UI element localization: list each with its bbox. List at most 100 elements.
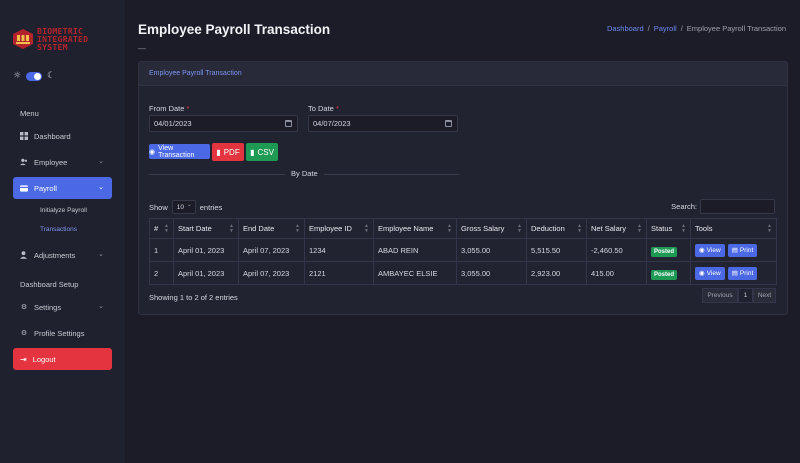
sort-icon: ▲ ▼ — [364, 223, 369, 234]
sidebar-item-dashboard[interactable]: Dashboard — [13, 125, 112, 147]
pagination-previous[interactable]: Previous — [702, 288, 738, 303]
theme-toggle[interactable]: ☼ ☾ — [13, 71, 55, 81]
csv-label: CSV — [257, 147, 274, 157]
logo-mark-icon — [13, 29, 33, 49]
cell-tools: ◉ View ▤ Print — [690, 238, 777, 262]
breadcrumb-dashboard[interactable]: Dashboard — [607, 24, 644, 33]
chevron-down-icon: ⌄ — [98, 184, 104, 191]
breadcrumb: Dashboard / Payroll / Employee Payroll T… — [607, 24, 786, 33]
chevron-down-icon: ⌄ — [98, 158, 104, 165]
pagination-next[interactable]: Next — [753, 288, 776, 303]
cell-net-salary: -2,460.50 — [586, 238, 647, 262]
sort-icon: ▲ ▼ — [577, 223, 582, 234]
pdf-export-button[interactable]: ▮ PDF — [212, 143, 244, 161]
view-label: View — [706, 246, 721, 254]
user-icon — [20, 251, 28, 259]
sidebar-item-employee[interactable]: Employee ⌄ — [13, 151, 112, 173]
to-date-input[interactable]: 04/07/2023 — [308, 115, 458, 132]
table-header-row: # ▲ ▼ Start Date ▲ ▼ End Date ▲ ▼ Employee ID ▲… — [149, 218, 777, 239]
column-header-deduction[interactable]: Deduction ▲ ▼ — [526, 218, 587, 239]
csv-export-button[interactable]: ▮ CSV — [246, 143, 278, 161]
column-label: Employee Name — [378, 224, 434, 233]
sidebar-item-profile-settings[interactable]: ⚙ Profile Settings — [13, 322, 112, 344]
column-header-number[interactable]: # ▲ ▼ — [149, 218, 174, 239]
from-date-value: 04/01/2023 — [154, 119, 192, 128]
gear-icon: ⚙ — [20, 330, 28, 337]
sidebar-item-payroll[interactable]: Payroll ⌄ — [13, 177, 112, 199]
eye-icon: ◉ — [699, 247, 705, 254]
logout-button[interactable]: ⇥ Logout — [13, 348, 112, 370]
cell-deduction: 5,515.50 — [526, 238, 587, 262]
breadcrumb-separator: / — [647, 24, 650, 33]
show-label: Show — [149, 202, 168, 212]
dashboard-setup-section-label: Dashboard Setup — [20, 280, 79, 289]
cell-gross-salary: 3,055.00 — [456, 238, 527, 262]
card-icon — [20, 184, 28, 192]
cell-number: 1 — [149, 238, 174, 262]
cell-employee-name: AMBAYEC ELSIE — [373, 261, 457, 285]
sort-icon: ▲ ▼ — [637, 223, 642, 234]
column-header-end-date[interactable]: End Date ▲ ▼ — [238, 218, 305, 239]
by-date-label: By Date — [285, 169, 324, 178]
chevron-down-icon: ⌄ — [98, 251, 104, 258]
logout-icon: ⇥ — [20, 354, 27, 364]
cell-status: Posted — [646, 238, 691, 262]
transactions-table: # ▲ ▼ Start Date ▲ ▼ End Date ▲ ▼ Employee ID ▲… — [149, 218, 777, 285]
cell-employee-name: ABAD REIN — [373, 238, 457, 262]
from-date-input[interactable]: 04/01/2023 — [149, 115, 298, 132]
cell-number: 2 — [149, 261, 174, 285]
column-label: Employee ID — [309, 224, 352, 233]
sidebar-item-label: Profile Settings — [34, 328, 85, 338]
view-transaction-label: View Transaction — [158, 144, 195, 159]
cell-end-date: April 07, 2023 — [238, 261, 305, 285]
view-button[interactable]: ◉ View — [695, 266, 725, 280]
breadcrumb-payroll[interactable]: Payroll — [654, 24, 677, 33]
from-date-label: From Date * — [149, 104, 190, 113]
cell-start-date: April 01, 2023 — [173, 238, 239, 262]
column-header-employee-name[interactable]: Employee Name ▲ ▼ — [373, 218, 457, 239]
calendar-icon[interactable] — [445, 120, 452, 127]
sidebar-subitem-transactions[interactable]: Transactions — [40, 226, 77, 233]
theme-switch[interactable] — [26, 71, 43, 81]
cell-tools: ◉ View ▤ Print — [690, 261, 777, 285]
view-button[interactable]: ◉ View — [695, 243, 725, 257]
sidebar-item-settings[interactable]: ⚙ Settings ⌄ — [13, 296, 112, 318]
breadcrumb-current: Employee Payroll Transaction — [686, 24, 786, 33]
sidebar-item-adjustments[interactable]: Adjustments ⌄ — [13, 244, 112, 266]
column-header-start-date[interactable]: Start Date ▲ ▼ — [173, 218, 239, 239]
table-row: 1 April 01, 2023 April 07, 2023 1234 ABA… — [149, 238, 777, 262]
column-label: Tools — [695, 224, 713, 233]
sidebar-item-label: Adjustments — [34, 250, 76, 260]
column-header-status[interactable]: Status ▲ ▼ — [646, 218, 691, 239]
grid-icon — [20, 132, 28, 140]
cell-end-date: April 07, 2023 — [238, 238, 305, 262]
page-length-control: Show 10 entries — [149, 200, 222, 214]
sidebar-subitem-initialize-payroll[interactable]: Initialyze Payroll — [40, 207, 87, 214]
column-header-gross-salary[interactable]: Gross Salary ▲ ▼ — [456, 218, 527, 239]
search-input[interactable] — [700, 199, 775, 214]
print-button[interactable]: ▤ Print — [727, 243, 758, 257]
breadcrumb-separator: / — [680, 24, 683, 33]
sort-icon: ▲ ▼ — [767, 223, 772, 234]
search-control: Search: — [671, 199, 775, 214]
print-button[interactable]: ▤ Print — [727, 266, 758, 280]
column-header-tools[interactable]: Tools ▲ ▼ — [690, 218, 777, 239]
pagination-page-1[interactable]: 1 — [738, 288, 753, 303]
status-badge: Posted — [651, 246, 678, 257]
title-divider: — — [138, 44, 146, 53]
column-header-employee-id[interactable]: Employee ID ▲ ▼ — [304, 218, 374, 239]
moon-icon: ☾ — [47, 71, 56, 81]
pagination: Previous 1 Next — [702, 288, 776, 303]
page-length-select[interactable]: 10 — [171, 200, 196, 214]
card-header: Employee Payroll Transaction — [139, 62, 787, 86]
view-transaction-button[interactable]: ◉ View Transaction — [149, 144, 210, 159]
users-icon — [20, 158, 28, 166]
column-header-net-salary[interactable]: Net Salary ▲ ▼ — [586, 218, 647, 239]
search-label: Search: — [671, 202, 697, 211]
printer-icon: ▤ — [731, 247, 738, 254]
calendar-icon[interactable] — [285, 120, 292, 127]
from-date-label-text: From Date — [149, 104, 185, 113]
print-label: Print — [739, 269, 754, 277]
sort-icon: ▲ ▼ — [164, 223, 169, 234]
cell-start-date: April 01, 2023 — [173, 261, 239, 285]
